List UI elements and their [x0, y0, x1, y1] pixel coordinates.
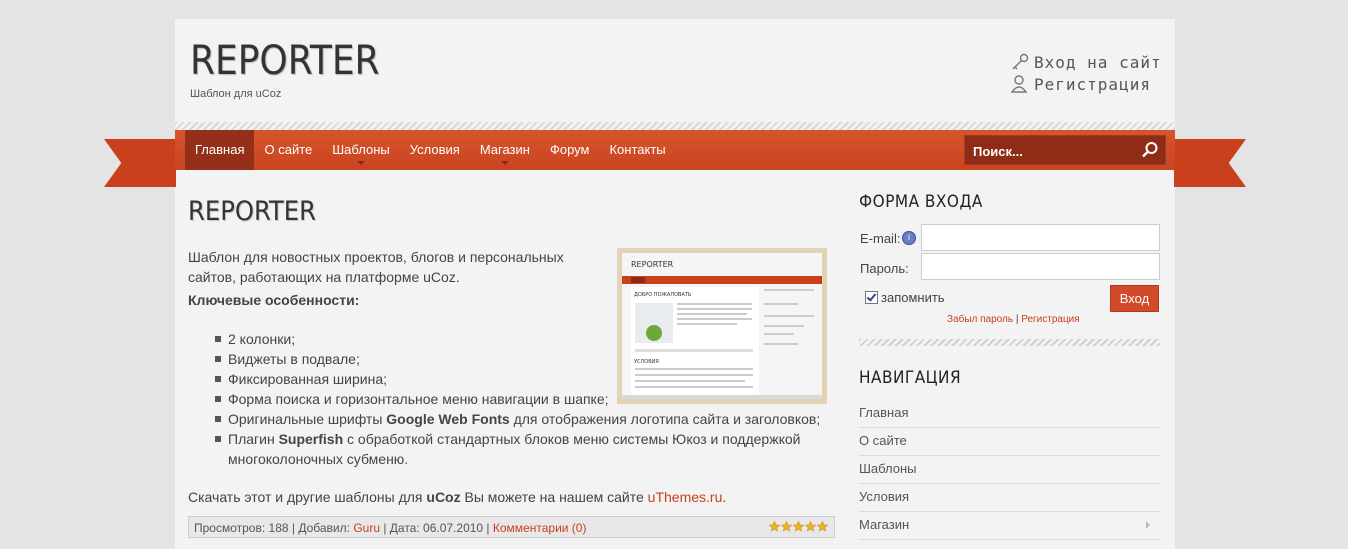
link-separator: | — [1013, 314, 1022, 325]
views-label: Просмотров: — [194, 521, 269, 535]
uthemes-link[interactable]: uThemes.ru — [648, 489, 723, 505]
search-icon[interactable] — [1141, 141, 1159, 159]
nav-item-label: Магазин — [859, 517, 910, 532]
download-text: Вы можете на нашем сайте — [460, 489, 648, 505]
user-icon — [1010, 75, 1028, 93]
nav-item-about[interactable]: О сайте — [859, 428, 1160, 456]
remember-checkbox[interactable] — [865, 291, 878, 304]
download-note: Скачать этот и другие шаблоны для uCoz В… — [188, 489, 726, 505]
feature-bold: Superfish — [278, 431, 344, 447]
register-link-label: Регистрация — [1034, 74, 1151, 94]
menu-item-contacts[interactable]: Контакты — [599, 130, 675, 170]
post-meta: Просмотров: 188 | Добавил: Guru | Дата: … — [188, 516, 835, 538]
list-item: Фиксированная ширина; — [188, 369, 828, 389]
main-menu: Главная О сайте Шаблоны Условия Магазин … — [185, 130, 676, 170]
download-bold: uCoz — [426, 489, 461, 505]
nav-item-label: Условия — [859, 489, 910, 504]
ribbon-tail-left — [104, 139, 176, 187]
menu-item-label: Магазин — [479, 142, 530, 157]
nav-item-label: О сайте — [859, 433, 907, 448]
feature-text: Оригинальные шрифты — [228, 411, 387, 427]
menu-item-shop[interactable]: Магазин — [470, 130, 540, 170]
menu-item-label: Контакты — [609, 142, 666, 157]
site-tagline: Шаблон для uCoz — [190, 88, 282, 100]
main-menu-bar: Главная О сайте Шаблоны Условия Магазин … — [175, 130, 1175, 170]
site-logo[interactable]: REPORTER — [190, 38, 380, 84]
star-icon[interactable] — [781, 521, 792, 532]
submenu-arrow-icon — [357, 161, 365, 165]
email-label: E-mail: — [860, 231, 901, 246]
thumb-logo: REPORTER — [631, 260, 674, 269]
login-link[interactable]: Вход на сайт — [1010, 51, 1162, 73]
remember-me[interactable]: запомнить — [865, 290, 945, 305]
download-text: Скачать этот и другие шаблоны для — [188, 489, 427, 505]
comments-link[interactable]: Комментарии (0) — [493, 521, 587, 535]
menu-item-label: Шаблоны — [332, 142, 390, 157]
openid-icon[interactable]: i — [902, 231, 916, 245]
feature-text: для отображения логотипа сайта и заголов… — [509, 411, 821, 427]
search-box — [964, 135, 1166, 166]
navigation-list: Главная О сайте Шаблоны Условия Магазин — [859, 400, 1160, 540]
added-label: | Добавил: — [288, 521, 354, 535]
menu-item-label: О сайте — [264, 142, 313, 157]
features-list: 2 колонки; Виджеты в подвале; Фиксирован… — [188, 329, 828, 469]
date-label: | Дата: — [380, 521, 424, 535]
menu-item-label: Условия — [409, 142, 460, 157]
user-links: Вход на сайт Регистрация — [1010, 51, 1162, 95]
menu-item-label: Главная — [195, 142, 245, 157]
nav-item-terms[interactable]: Условия — [859, 484, 1160, 512]
forgot-links: Забыл пароль | Регистрация — [947, 314, 1080, 325]
star-icon[interactable] — [793, 521, 804, 532]
author-link[interactable]: Guru — [353, 521, 380, 535]
features-heading: Ключевые особенности: — [188, 292, 360, 308]
post-intro: Шаблон для новостных проектов, блогов и … — [188, 249, 564, 285]
list-item: Оригинальные шрифты Google Web Fonts для… — [188, 409, 828, 429]
menu-item-forum[interactable]: Форум — [540, 130, 600, 170]
submenu-arrow-icon — [500, 161, 509, 165]
menu-item-templates[interactable]: Шаблоны — [322, 130, 400, 170]
email-field[interactable] — [921, 224, 1160, 251]
ribbon-tail-right — [1174, 139, 1246, 187]
post-title[interactable]: REPORTER — [188, 196, 316, 227]
search-input[interactable] — [971, 136, 1135, 166]
post-date: 06.07.2010 — [423, 521, 484, 535]
remember-label: запомнить — [881, 290, 945, 305]
sidebar-divider — [859, 339, 1160, 346]
list-item: Виджеты в подвале; — [188, 349, 828, 369]
login-button[interactable]: Вход — [1110, 285, 1159, 312]
star-icon[interactable] — [817, 521, 828, 532]
nav-item-shop[interactable]: Магазин — [859, 512, 1160, 540]
key-icon — [1012, 53, 1029, 70]
nav-item-templates[interactable]: Шаблоны — [859, 456, 1160, 484]
login-form-title: ФОРМА ВХОДА — [859, 192, 983, 212]
download-text: . — [722, 489, 727, 505]
menu-item-terms[interactable]: Условия — [400, 130, 470, 170]
menu-item-about[interactable]: О сайте — [254, 130, 322, 170]
views-count: 188 — [268, 521, 289, 535]
register-link[interactable]: Регистрация — [1010, 73, 1162, 95]
header-divider — [175, 122, 1175, 130]
feature-text: Плагин — [228, 431, 279, 447]
login-link-label: Вход на сайт — [1034, 52, 1162, 72]
nav-item-home[interactable]: Главная — [859, 400, 1160, 428]
list-item: Форма поиска и горизонтальное меню навиг… — [188, 389, 828, 409]
thumb-welcome: ДОБРО ПОЖАЛОВАТЬ — [634, 292, 692, 298]
nav-item-label: Шаблоны — [859, 461, 917, 476]
meta-separator: | — [483, 521, 493, 535]
list-item: Плагин Superfish с обработкой стандартны… — [188, 429, 828, 469]
nav-item-label: Главная — [859, 405, 909, 420]
navigation-title: НАВИГАЦИЯ — [859, 368, 962, 388]
password-field[interactable] — [921, 253, 1160, 280]
password-label: Пароль: — [860, 261, 909, 276]
list-item: 2 колонки; — [188, 329, 828, 349]
feature-bold: Google Web Fonts — [386, 411, 510, 427]
sidebar-register-link[interactable]: Регистрация — [1021, 314, 1079, 325]
menu-item-label: Форум — [549, 142, 590, 157]
forgot-password-link[interactable]: Забыл пароль — [947, 314, 1013, 325]
star-icon[interactable] — [769, 521, 780, 532]
chevron-right-icon — [1146, 521, 1150, 529]
star-icon[interactable] — [805, 521, 816, 532]
menu-item-home[interactable]: Главная — [185, 130, 255, 170]
rating-stars[interactable] — [769, 521, 828, 532]
